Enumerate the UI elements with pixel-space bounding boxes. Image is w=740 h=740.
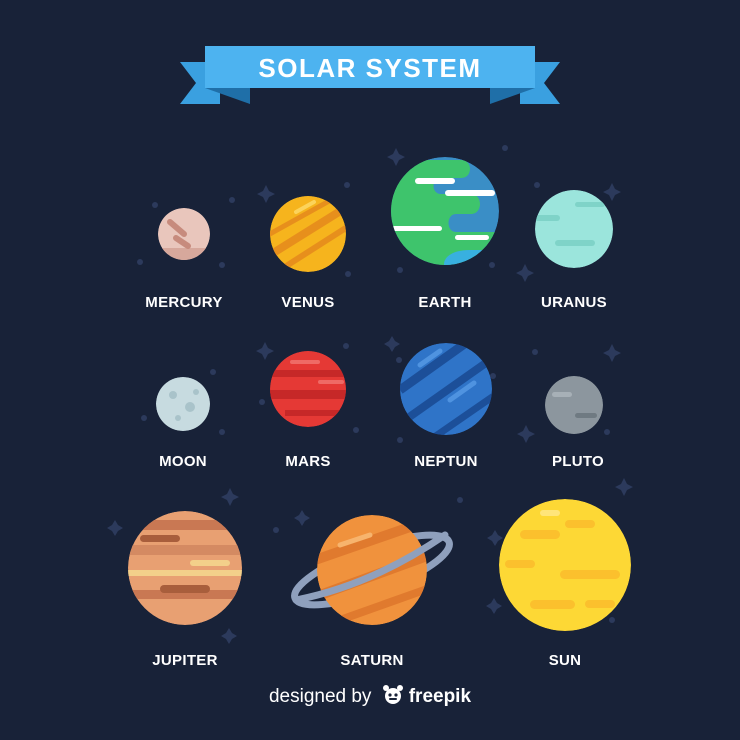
saturn-planet-icon <box>291 515 453 625</box>
planet-label-saturn: SATURN <box>340 652 404 669</box>
star-icon <box>603 183 621 201</box>
designer-credit: designed by freepik <box>0 683 740 711</box>
freepik-logo-icon <box>381 683 405 711</box>
planet-label-earth: EARTH <box>418 294 472 311</box>
pluto-planet-icon <box>545 376 603 434</box>
star-icon <box>384 336 400 352</box>
page-title: SOLAR SYSTEM <box>258 53 482 83</box>
star-icon <box>387 148 405 166</box>
planet-label-pluto: PLUTO <box>551 453 605 470</box>
star-icon <box>517 425 535 443</box>
jupiter-planet-icon <box>128 511 242 625</box>
poster-artwork <box>107 46 633 644</box>
planet-label-moon: MOON <box>159 453 207 470</box>
star-icon <box>294 510 310 526</box>
credit-prefix: designed by <box>268 686 372 708</box>
star-icon <box>256 342 274 360</box>
solar-system-poster: SOLAR SYSTEM MERCURY VENUS EARTH URANUS … <box>0 0 740 740</box>
star-icon <box>107 520 123 536</box>
star-icon <box>221 628 237 644</box>
planet-label-sun: SUN <box>548 652 582 669</box>
planet-label-neptun: NEPTUN <box>414 453 478 470</box>
star-icon <box>487 530 503 546</box>
planet-label-mercury: MERCURY <box>145 294 223 311</box>
planet-label-mars: MARS <box>285 453 331 470</box>
earth-planet-icon <box>391 157 499 265</box>
venus-planet-icon <box>270 196 346 272</box>
star-icon <box>615 478 633 496</box>
planet-label-jupiter: JUPITER <box>152 652 218 669</box>
star-icon <box>257 185 275 203</box>
sun-planet-icon <box>499 499 631 631</box>
moon-planet-icon <box>156 377 210 431</box>
star-icon <box>516 264 534 282</box>
mars-planet-icon <box>270 351 346 427</box>
star-icon <box>603 344 621 362</box>
planet-label-uranus: URANUS <box>541 294 607 311</box>
planet-label-venus: VENUS <box>281 294 335 311</box>
star-icon <box>221 488 239 506</box>
credit-brand: freepik <box>408 686 472 708</box>
mercury-planet-icon <box>158 208 210 260</box>
neptun-planet-icon <box>400 343 492 435</box>
star-icon <box>486 598 502 614</box>
uranus-planet-icon <box>535 190 613 268</box>
